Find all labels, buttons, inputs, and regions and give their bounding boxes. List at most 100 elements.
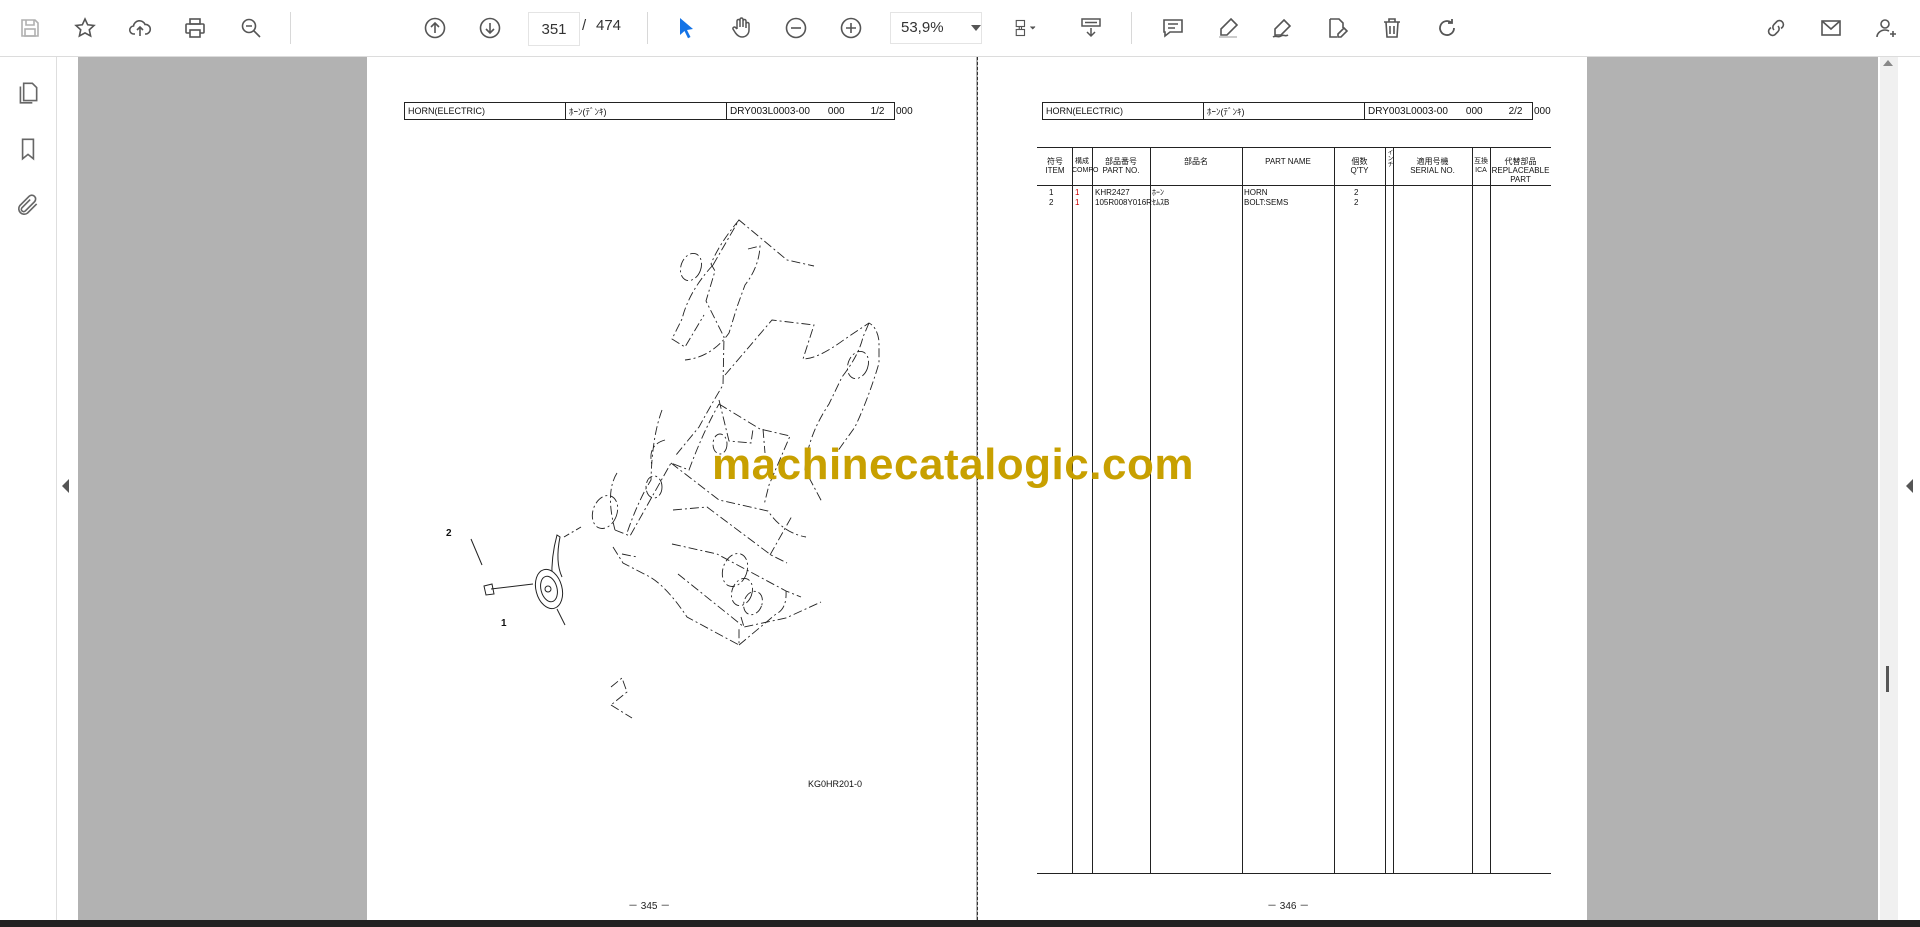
delete-icon[interactable]	[1374, 10, 1410, 46]
cell-name-jp: ﾎｰﾝ	[1152, 188, 1164, 197]
col-header-part-no: 部品番号 PART NO.	[1092, 157, 1150, 175]
cell-part-no: KHR2427	[1095, 188, 1130, 197]
table-column-line	[1242, 147, 1243, 873]
highlight-icon[interactable]	[1210, 10, 1246, 46]
col-en: PART NAME	[1265, 157, 1311, 166]
select-cursor-icon[interactable]	[668, 10, 704, 46]
page-number-input[interactable]	[528, 12, 580, 46]
plus-circle-icon[interactable]	[833, 10, 869, 46]
cell-item: 1	[1049, 188, 1054, 197]
cell-part-no: 105R008Y016R	[1095, 198, 1152, 207]
cell-item: 2	[1049, 198, 1054, 207]
edit-pdf-icon[interactable]	[1319, 10, 1355, 46]
zoom-dropdown[interactable]: 53,9%	[890, 12, 982, 44]
diagram-code: KG0HR201-0	[808, 779, 863, 789]
col-header-serial: 適用号機 SERIAL NO.	[1393, 157, 1472, 175]
mail-icon[interactable]	[1813, 10, 1849, 46]
col-en: REPLACEABLE PART	[1491, 166, 1550, 184]
col-jp: 部品番号	[1105, 157, 1137, 166]
header-name-jp: ﾎｰﾝ(ﾃﾞﾝｷ)	[1204, 103, 1365, 119]
watermark: machinecatalogic.com	[712, 440, 1194, 489]
col-header-inch: インチ	[1385, 149, 1393, 167]
chevron-down-icon	[971, 25, 981, 31]
page-separator: /	[582, 17, 587, 34]
zoom-level: 53,9%	[901, 19, 944, 36]
table-column-line	[1092, 147, 1093, 873]
table-column-line	[1393, 147, 1394, 873]
cell-part-name: BOLT:SEMS	[1244, 198, 1289, 207]
table-column-line	[1150, 147, 1151, 873]
col-jp: 適用号機	[1416, 157, 1449, 166]
col-jp: 構成	[1075, 158, 1089, 165]
cell-name-jp: ｾﾑｽB	[1152, 198, 1170, 207]
sign-icon[interactable]	[1264, 10, 1300, 46]
col-jp: 部品名	[1184, 157, 1208, 166]
col-jp: 代替部品	[1504, 157, 1537, 166]
cell-qty: 2	[1354, 188, 1359, 197]
header-code-group: DRY003L0003-00 000 2/2	[1365, 103, 1532, 119]
account-icon[interactable]	[1868, 10, 1904, 46]
col-en: PART NO.	[1102, 166, 1140, 175]
header-name-en: HORN(ELECTRIC)	[1043, 103, 1204, 119]
table-column-line	[1472, 147, 1473, 873]
col-jp: 個数	[1351, 157, 1368, 166]
print-icon[interactable]	[177, 10, 213, 46]
comment-icon[interactable]	[1155, 10, 1191, 46]
table-column-line	[1072, 147, 1073, 873]
col-jp: 互換	[1474, 158, 1488, 165]
table-column-line	[1385, 147, 1386, 873]
star-icon[interactable]	[67, 10, 103, 46]
header-rev: 000	[1465, 105, 1483, 117]
table-header-line	[1037, 185, 1551, 186]
col-header-replaceable: 代替部品 REPLACEABLE PART	[1490, 157, 1551, 184]
scroll-mode-icon[interactable]	[1073, 10, 1109, 46]
header-suffix: 000	[1534, 106, 1551, 117]
arrow-down-circle-icon[interactable]	[472, 10, 508, 46]
minus-circle-icon[interactable]	[778, 10, 814, 46]
cell-compo: 1	[1075, 198, 1080, 207]
vertical-scrollbar[interactable]	[1880, 57, 1898, 920]
taskbar-strip	[0, 920, 1920, 927]
col-header-ica: 互換 ICA	[1472, 157, 1490, 175]
collapse-left-panel-icon[interactable]	[62, 479, 69, 493]
col-en: ICA	[1475, 167, 1487, 174]
header-table: HORN(ELECTRIC) ﾎｰﾝ(ﾃﾞﾝｷ) DRY003L0003-00 …	[1042, 102, 1533, 120]
col-jp: インチ	[1386, 149, 1392, 167]
pages-icon[interactable]	[10, 75, 46, 111]
table-top-line	[1037, 147, 1551, 148]
col-header-name-jp: 部品名	[1150, 157, 1242, 166]
col-en: ITEM	[1045, 166, 1065, 175]
bookmark-icon[interactable]	[10, 131, 46, 167]
toolbar-separator	[290, 12, 291, 44]
upload-icon[interactable]	[122, 10, 158, 46]
link-icon[interactable]	[1758, 10, 1794, 46]
col-header-part-name: PART NAME	[1242, 157, 1334, 166]
arrow-up-circle-icon[interactable]	[417, 10, 453, 46]
col-en: COMPO	[1072, 167, 1099, 174]
cell-qty: 2	[1354, 198, 1359, 207]
header-sheet: 2/2	[1508, 105, 1523, 117]
left-navigation-rail	[0, 57, 57, 920]
table-bottom-line	[1037, 873, 1551, 874]
col-header-qty: 個数 Q'TY	[1334, 157, 1385, 175]
page-number-right: － 346 －	[1267, 901, 1310, 912]
page-layout-icon[interactable]	[1002, 10, 1050, 46]
toolbar-separator	[647, 12, 648, 44]
table-column-line	[1490, 147, 1491, 873]
save-icon[interactable]	[12, 10, 48, 46]
col-header-compo: 構成 COMPO	[1072, 157, 1099, 175]
find-icon[interactable]	[233, 10, 269, 46]
cell-part-name: HORN	[1244, 188, 1268, 197]
rotate-icon[interactable]	[1429, 10, 1465, 46]
scroll-up-icon[interactable]	[1883, 60, 1893, 66]
callout-1: 1	[501, 618, 507, 629]
cell-compo: 1	[1075, 188, 1080, 197]
toolbar-separator	[1131, 12, 1132, 44]
col-jp: 符号	[1047, 157, 1063, 166]
col-en: SERIAL NO.	[1410, 166, 1455, 175]
attachment-icon[interactable]	[10, 187, 46, 223]
header-code: DRY003L0003-00	[1368, 105, 1448, 117]
scroll-thumb[interactable]	[1886, 666, 1889, 692]
expand-right-panel-icon[interactable]	[1906, 479, 1913, 493]
hand-tool-icon[interactable]	[723, 10, 759, 46]
